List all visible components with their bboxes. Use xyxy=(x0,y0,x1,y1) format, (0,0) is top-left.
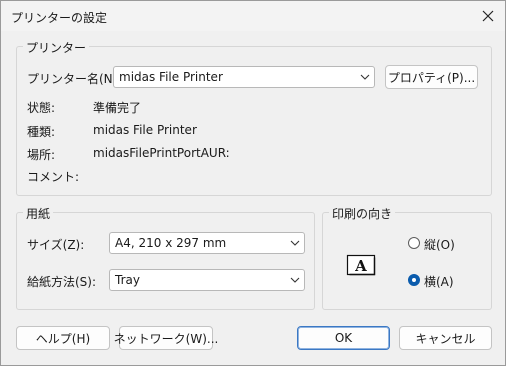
paper-group: 用紙 xyxy=(16,205,315,310)
orientation-group-legend: 印刷の向き xyxy=(329,205,396,222)
close-icon xyxy=(482,10,494,22)
portrait-radio[interactable] xyxy=(408,237,420,249)
paper-size-value: A4, 210 x 297 mm xyxy=(115,236,227,250)
paper-source-select[interactable]: Tray xyxy=(109,269,305,291)
printer-name-value: midas File Printer xyxy=(119,70,223,84)
status-value: 準備完了 xyxy=(93,101,142,115)
paper-group-legend: 用紙 xyxy=(23,205,54,222)
printer-group-legend: プリンター xyxy=(23,39,90,56)
location-value: midasFilePrintPortAUR: xyxy=(93,146,230,160)
title-bar: プリンターの設定 xyxy=(1,1,505,31)
type-value: midas File Printer xyxy=(93,123,197,137)
ok-button[interactable]: OK xyxy=(297,326,390,350)
location-label: 場所: xyxy=(27,148,56,162)
properties-button[interactable]: プロパティ(P)... xyxy=(385,65,478,89)
dialog-title: プリンターの設定 xyxy=(11,11,108,25)
printer-name-label: プリンター名(N): xyxy=(27,72,122,86)
chevron-down-icon xyxy=(356,67,374,87)
paper-source-label: 給紙方法(S): xyxy=(27,275,97,289)
printer-setup-dialog: プリンターの設定 プリンター プリンター名(N): midas File Pri… xyxy=(0,0,506,366)
status-label: 状態: xyxy=(27,101,56,115)
help-button[interactable]: ヘルプ(H) xyxy=(16,326,110,350)
paper-source-value: Tray xyxy=(115,273,140,287)
close-button[interactable] xyxy=(477,5,499,27)
landscape-radio[interactable] xyxy=(408,274,420,286)
portrait-label[interactable]: 縦(O) xyxy=(424,236,455,253)
cancel-button[interactable]: キャンセル xyxy=(399,326,492,350)
chevron-down-icon xyxy=(286,233,304,253)
landscape-page-icon: A xyxy=(346,254,376,276)
network-button[interactable]: ネットワーク(W)... xyxy=(114,326,218,350)
paper-size-label: サイズ(Z): xyxy=(27,238,85,252)
paper-size-select[interactable]: A4, 210 x 297 mm xyxy=(109,232,305,254)
comment-label: コメント: xyxy=(27,170,80,184)
type-label: 種類: xyxy=(27,125,56,139)
landscape-page-letter: A xyxy=(354,257,367,275)
landscape-label[interactable]: 横(A) xyxy=(424,273,454,290)
chevron-down-icon xyxy=(286,270,304,290)
printer-name-select[interactable]: midas File Printer xyxy=(113,66,375,88)
